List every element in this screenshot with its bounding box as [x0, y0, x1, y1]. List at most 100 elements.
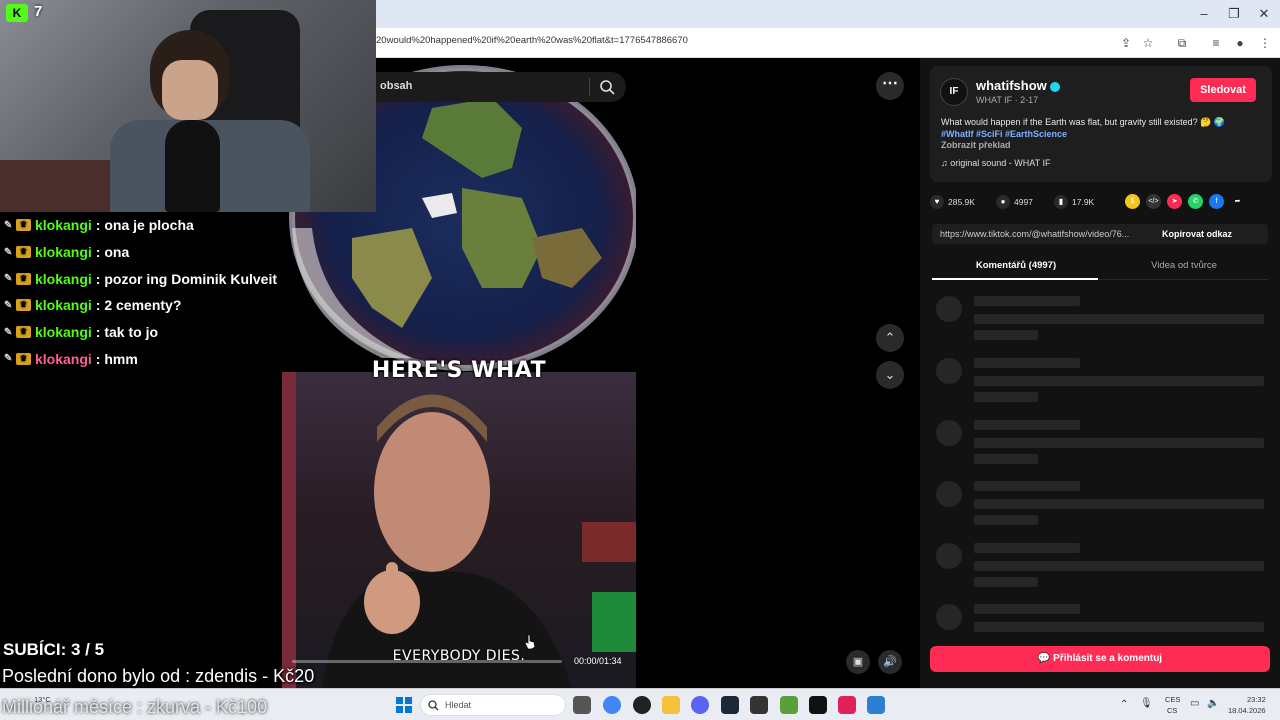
sound-link[interactable]: ♫ original sound - WHAT IF: [941, 158, 1050, 168]
steam-icon[interactable]: [721, 696, 739, 714]
save-stat[interactable]: ▮ 17.9K: [1054, 192, 1094, 212]
share-arrow-icon[interactable]: ➦: [1230, 194, 1245, 209]
chat-message: ✎ ♛ klokangi: ona: [4, 239, 304, 266]
top-donor: Millionář měsíce : zkurva - Kč100: [2, 697, 268, 717]
tiktok-page: HERE'S WHAT EVERYBODY DIES. 00:00/01:34 …: [282, 58, 1280, 688]
minecraft-icon[interactable]: [780, 696, 798, 714]
extensions-icon[interactable]: ⧉: [1173, 34, 1191, 52]
search-divider: [589, 78, 590, 96]
chevron-up-icon[interactable]: ⌃: [876, 324, 904, 352]
bookmark-star-icon[interactable]: ☆: [1139, 34, 1157, 52]
video-progress-bar[interactable]: [292, 660, 562, 663]
task-view-icon[interactable]: [573, 696, 591, 714]
capcut-icon[interactable]: [809, 696, 827, 714]
lang-bottom[interactable]: CS: [1167, 706, 1177, 715]
tab-creator-videos[interactable]: Videa od tvůrce: [1100, 260, 1268, 271]
crown-icon: ♛: [16, 272, 31, 285]
volume-icon[interactable]: 🔊: [878, 650, 902, 674]
send-icon[interactable]: ➤: [1167, 194, 1182, 209]
panel-tabs: Komentářů (4997) Videa od tvůrce: [932, 254, 1268, 280]
chrome-icon[interactable]: [603, 696, 621, 714]
comment-skeleton: [932, 358, 1268, 410]
pip-icon[interactable]: ▣: [846, 650, 870, 674]
network-icon[interactable]: ▭: [1190, 698, 1199, 709]
chat-username: klokangi: [35, 324, 92, 341]
comment-skeleton: [932, 420, 1268, 472]
mic-icon[interactable]: 🎙: [1140, 698, 1153, 709]
comment-skeleton: [932, 481, 1268, 533]
obs-icon[interactable]: [633, 696, 651, 714]
comment-stat[interactable]: ● 4997: [996, 192, 1033, 212]
kick-logo-icon: K: [6, 4, 28, 22]
follow-button[interactable]: Sledovat: [1190, 78, 1256, 102]
presenter-image: [282, 372, 636, 688]
like-stat[interactable]: ♥ 285.9K: [930, 192, 975, 212]
webcam-overlay: K 7: [0, 0, 376, 212]
comment-icon[interactable]: ●: [996, 195, 1010, 209]
clock-date[interactable]: 18.04.2026: [1228, 706, 1266, 715]
chat-text: : ona: [95, 244, 130, 261]
pencil-icon: ✎: [4, 299, 13, 311]
tray-arrow-icon[interactable]: ⌃: [1120, 699, 1128, 710]
search-input[interactable]: obsah: [380, 80, 412, 92]
copy-link-button[interactable]: Kopírovat odkaz: [1162, 229, 1232, 239]
comment-skeleton: [932, 296, 1268, 348]
taskbar-search[interactable]: Hledat: [420, 694, 566, 716]
chat-text: : hmm: [95, 350, 138, 367]
app-blue-icon[interactable]: [867, 696, 885, 714]
crown-icon: ♛: [16, 246, 31, 259]
lang-top[interactable]: CES: [1165, 695, 1180, 704]
crown-icon: ♛: [16, 299, 31, 312]
install-icon[interactable]: ⇪: [1117, 34, 1135, 52]
file-explorer-icon[interactable]: [662, 696, 680, 714]
coin-icon[interactable]: $: [1125, 194, 1140, 209]
discord-icon[interactable]: [691, 696, 709, 714]
heart-icon[interactable]: ♥: [930, 195, 944, 209]
author-username-text[interactable]: whatifshow: [976, 78, 1047, 93]
chevron-down-icon[interactable]: ⌄: [876, 361, 904, 389]
verified-icon: [1049, 81, 1060, 92]
clock-time[interactable]: 23:32: [1247, 695, 1266, 704]
minimize-icon[interactable]: –: [1190, 4, 1218, 24]
chat-text: : 2 cementy?: [95, 297, 182, 314]
login-comment-button[interactable]: 💬 Přihlásit se a komentuj: [930, 646, 1270, 672]
share-link-text[interactable]: https://www.tiktok.com/@whatifshow/video…: [940, 229, 1155, 239]
comment-count: 4997: [1014, 197, 1033, 207]
windows-start-icon[interactable]: [396, 697, 412, 713]
tab-comments[interactable]: Komentářů (4997): [932, 260, 1100, 271]
restore-icon[interactable]: ❐: [1220, 4, 1248, 24]
menu-dots-icon[interactable]: ⋮: [1256, 34, 1274, 52]
search-box[interactable]: obsah: [376, 72, 626, 102]
author-username[interactable]: whatifshow: [976, 78, 1060, 93]
author-avatar[interactable]: IF: [940, 78, 968, 106]
chat-username: klokangi: [35, 350, 92, 367]
bookmark-icon[interactable]: ▮: [1054, 195, 1068, 209]
stats-row: ♥ 285.9K ● 4997 ▮ 17.9K $ </> ➤ ✆ f ➦: [930, 192, 1270, 212]
whatsapp-icon[interactable]: ✆: [1188, 194, 1203, 209]
url-text[interactable]: 20would%20happened%20if%20earth%20was%20…: [376, 35, 688, 46]
taskbar-search-icon: [428, 700, 439, 711]
facebook-icon[interactable]: f: [1209, 194, 1224, 209]
speaker-icon[interactable]: 🔈: [1207, 698, 1219, 709]
app-icon[interactable]: [750, 696, 768, 714]
webcam-person-face: [162, 60, 218, 120]
close-icon[interactable]: ✕: [1250, 4, 1278, 24]
chat-message: ✎ ♛ klokangi: tak to jo: [4, 319, 304, 346]
translate-link[interactable]: Zobrazit překlad: [941, 140, 1011, 150]
pencil-icon: ✎: [4, 273, 13, 285]
media-icon[interactable]: ≡: [1207, 34, 1225, 52]
chat-text: : ona je plocha: [95, 217, 194, 234]
search-icon[interactable]: [598, 78, 616, 96]
hashtags[interactable]: #WhatIf #SciFi #EarthScience: [941, 128, 1261, 140]
chat-username: klokangi: [35, 244, 92, 261]
more-options-icon[interactable]: ⋯: [876, 72, 904, 100]
video-area: HERE'S WHAT EVERYBODY DIES. 00:00/01:34 …: [282, 58, 920, 688]
side-panel: IF whatifshow WHAT IF · 2-17 Sledovat Wh…: [920, 58, 1280, 688]
tiktok-icon[interactable]: [838, 696, 856, 714]
last-donation: Poslední dono bylo od : zdendis - Kč20: [2, 666, 315, 686]
profile-icon[interactable]: ●: [1231, 34, 1249, 52]
embed-icon[interactable]: </>: [1146, 194, 1161, 209]
like-count: 285.9K: [948, 197, 975, 207]
address-bar[interactable]: 20would%20happened%20if%20earth%20was%20…: [376, 28, 1280, 58]
crown-icon: ♛: [16, 219, 31, 232]
